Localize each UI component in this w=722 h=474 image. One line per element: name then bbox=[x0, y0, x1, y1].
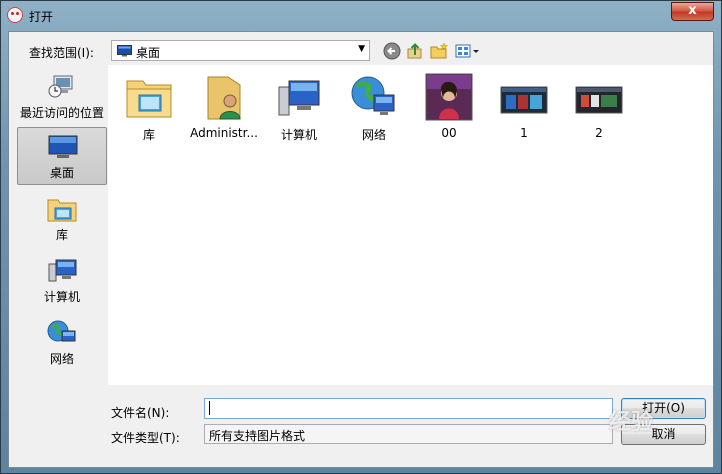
file-item-1[interactable]: 1 bbox=[487, 71, 561, 143]
app-icon bbox=[7, 7, 23, 23]
chevron-down-icon[interactable]: ▼ bbox=[358, 44, 365, 54]
recent-places-icon bbox=[48, 75, 73, 98]
file-item-computer[interactable]: 计算机 bbox=[262, 71, 336, 143]
back-arrow-icon[interactable] bbox=[382, 41, 402, 61]
filetype-label: 文件类型(T): bbox=[111, 431, 180, 445]
desktop-icon bbox=[117, 45, 132, 57]
cancel-button[interactable]: 取消 bbox=[621, 424, 706, 445]
libraries-icon bbox=[126, 80, 172, 118]
file-name: 网络 bbox=[361, 128, 386, 142]
image-thumbnail bbox=[575, 86, 623, 114]
filename-input[interactable] bbox=[204, 398, 613, 419]
file-item-administrator[interactable]: Administr... bbox=[187, 71, 261, 143]
file-item-2[interactable]: 2 bbox=[562, 71, 636, 143]
network-icon bbox=[47, 320, 76, 342]
up-folder-icon[interactable] bbox=[405, 41, 425, 61]
user-folder-icon bbox=[207, 76, 241, 120]
file-item-libraries[interactable]: 库 bbox=[112, 71, 186, 143]
new-folder-icon[interactable] bbox=[429, 41, 449, 61]
sidebar-item-desktop[interactable]: 桌面 bbox=[17, 127, 107, 185]
dialog-client: 查找范围(I): 桌面 ▼ 最近访问的位置 桌面 库 计算机 网络 库 Admi… bbox=[8, 31, 714, 468]
file-name: 库 bbox=[142, 128, 155, 142]
sidebar-item-label: 最近访问的位置 bbox=[19, 106, 104, 120]
sidebar-item-network[interactable]: 网络 bbox=[17, 314, 107, 372]
file-name: Administr... bbox=[190, 126, 258, 140]
sidebar-item-computer[interactable]: 计算机 bbox=[17, 252, 107, 310]
close-button[interactable]: x bbox=[671, 2, 714, 21]
network-icon bbox=[351, 76, 395, 115]
file-item-00[interactable]: 00 bbox=[412, 71, 486, 143]
file-name: 00 bbox=[441, 126, 457, 140]
file-list-view[interactable]: 库 Administr... 计算机 网络 00 1 2 bbox=[108, 65, 713, 385]
computer-icon bbox=[278, 80, 320, 116]
image-thumbnail bbox=[425, 73, 473, 121]
lookin-combo[interactable]: 桌面 ▼ bbox=[111, 40, 370, 61]
open-button[interactable]: 打开(O) bbox=[621, 398, 706, 419]
sidebar-item-label: 桌面 bbox=[49, 166, 74, 180]
title-bar[interactable]: 打开 x bbox=[1, 1, 721, 31]
lookin-label: 查找范围(I): bbox=[29, 46, 94, 60]
sidebar-item-label: 计算机 bbox=[43, 290, 80, 304]
sidebar-item-libraries[interactable]: 库 bbox=[17, 190, 107, 248]
text-caret bbox=[209, 401, 210, 415]
dialog-window: 打开 x 查找范围(I): 桌面 ▼ 最近访问的位置 桌面 库 计算机 网络 库… bbox=[0, 0, 722, 474]
filename-label: 文件名(N): bbox=[111, 406, 170, 420]
filetype-value: 所有支持图片格式 bbox=[209, 429, 306, 443]
lookin-value: 桌面 bbox=[136, 46, 161, 60]
file-item-network[interactable]: 网络 bbox=[337, 71, 411, 143]
sidebar-item-label: 网络 bbox=[49, 352, 74, 366]
image-thumbnail bbox=[500, 86, 548, 114]
desktop-icon bbox=[48, 135, 78, 158]
file-name: 1 bbox=[520, 126, 528, 140]
sidebar-item-recent[interactable]: 最近访问的位置 bbox=[17, 68, 107, 126]
window-title: 打开 bbox=[29, 10, 54, 24]
filetype-combo[interactable]: 所有支持图片格式 bbox=[204, 424, 613, 444]
libraries-icon bbox=[47, 199, 77, 222]
view-menu-icon[interactable] bbox=[454, 41, 480, 61]
sidebar-item-label: 库 bbox=[55, 228, 68, 242]
file-name: 计算机 bbox=[280, 128, 317, 142]
places-sidebar: 最近访问的位置 桌面 库 计算机 网络 bbox=[16, 65, 108, 375]
computer-icon bbox=[48, 259, 77, 282]
file-name: 2 bbox=[595, 126, 603, 140]
